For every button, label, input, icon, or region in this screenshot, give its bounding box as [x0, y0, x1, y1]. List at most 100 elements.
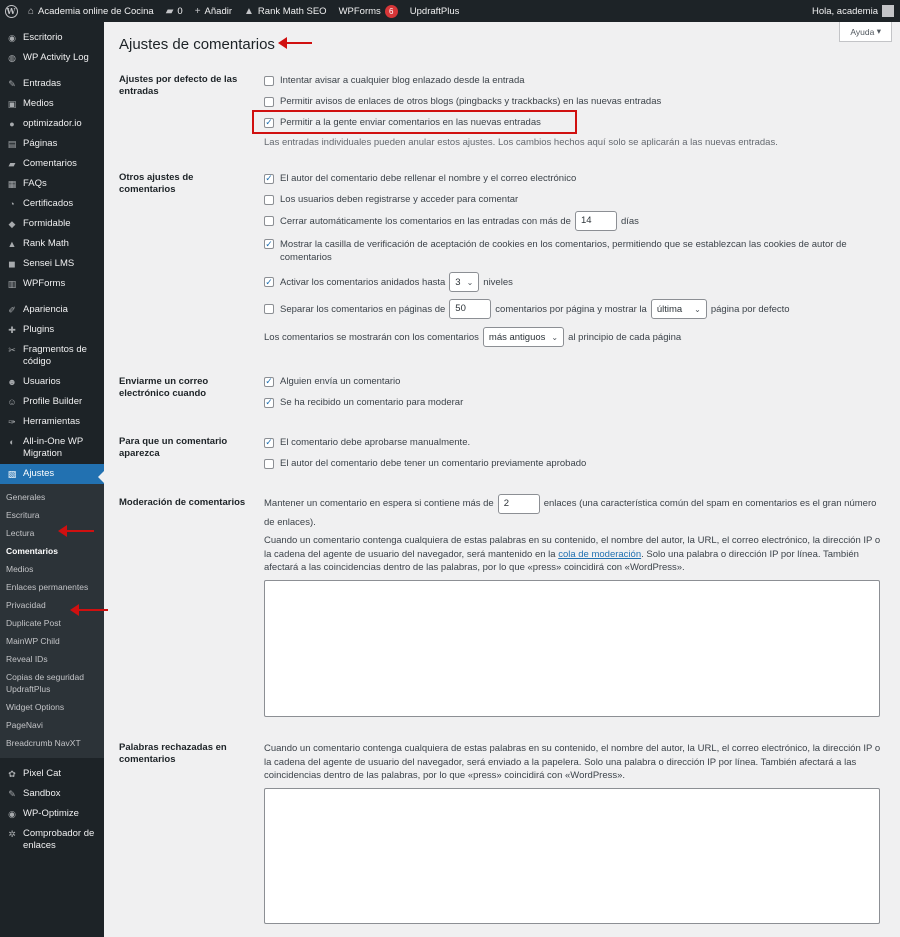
checkbox-checked[interactable]: ✓ [264, 397, 274, 408]
checkbox-unchecked[interactable] [264, 194, 274, 205]
close-days-input[interactable]: 14 [574, 211, 617, 231]
submenu-pagenavi[interactable]: PageNavi [0, 716, 104, 734]
chevron-down-icon: ⌄ [551, 332, 559, 342]
updraftplus-link[interactable]: UpdraftPlus [404, 0, 466, 22]
submenu-comentarios[interactable]: Comentarios [0, 542, 104, 560]
checkbox-unchecked[interactable] [264, 458, 274, 469]
rank-math-icon: ▲ [7, 239, 17, 249]
wpforms-link[interactable]: WPForms 6 [333, 0, 404, 22]
submenu-duplicate-post[interactable]: Duplicate Post [0, 614, 104, 632]
sidebar-item-sensei[interactable]: ◼ Sensei LMS [0, 254, 104, 274]
optimize-icon: ◉ [8, 809, 16, 819]
add-new-link[interactable]: + Añadir [189, 0, 238, 22]
checkbox-manual-approval[interactable]: ✓ El comentario debe aprobarse manualment… [264, 436, 470, 449]
sidebar-item-rank-math[interactable]: ▲ Rank Math [0, 234, 104, 254]
sidebar-item-paginas[interactable]: ▤ Páginas [0, 134, 104, 154]
checkbox-require-registration[interactable]: Los usuarios deben registrarse y acceder… [264, 193, 518, 206]
comment-bubble-icon: ▰ [165, 5, 174, 17]
account-menu[interactable]: Hola, academia [806, 0, 900, 22]
sidebar-item-fragmentos[interactable]: ✂ Fragmentos de código [0, 340, 104, 372]
checkbox-unchecked[interactable] [264, 96, 274, 107]
sidebar-item-ajustes[interactable]: ▧ Ajustes [0, 464, 104, 484]
main-content: Ayuda ▾ Ajustes de comentarios Ajustes p… [104, 22, 900, 937]
checkbox-paginate-comments[interactable]: Separar los comentarios en páginas de 50 c… [264, 299, 790, 319]
submenu-generales[interactable]: Generales [0, 488, 104, 506]
site-name-link[interactable]: ⌂ Academia online de Cocina [22, 0, 160, 22]
submenu-privacidad[interactable]: Privacidad [0, 596, 104, 614]
sidebar-item-formidable[interactable]: ◆ Formidable [0, 214, 104, 234]
checkbox-require-name-email[interactable]: ✓ El autor del comentario debe rellenar e… [264, 172, 576, 185]
submenu-breadcrumb-navxt[interactable]: Breadcrumb NavXT [0, 734, 104, 752]
sidebar-item-plugins[interactable]: ✚ Plugins [0, 320, 104, 340]
help-button[interactable]: Ayuda ▾ [839, 22, 892, 42]
checkbox-unchecked[interactable] [264, 216, 274, 226]
submenu-enlaces-permanentes[interactable]: Enlaces permanentes [0, 578, 104, 596]
moderation-links-input[interactable]: 2 [497, 494, 540, 514]
pages-icon: ▤ [7, 139, 17, 149]
checkbox-checked[interactable]: ✓ [264, 117, 274, 128]
comments-link[interactable]: ▰ 0 [160, 0, 189, 22]
sidebar-item-link-checker[interactable]: ✲ Comprobador de enlaces [0, 824, 104, 856]
sidebar-item-medios[interactable]: ▣ Medios [0, 94, 104, 114]
sidebar-item-profile-builder[interactable]: ☺ Profile Builder [0, 392, 104, 412]
submenu-updraftplus[interactable]: Copias de seguridad UpdraftPlus [0, 668, 104, 698]
admin-sidebar: ◉ Escritorio ◍ WP Activity Log ✎ Entradas ▣… [0, 22, 104, 937]
settings-icon: ▧ [7, 469, 17, 479]
submenu-mainwp-child[interactable]: MainWP Child [0, 632, 104, 650]
checkbox-close-comments[interactable]: Cerrar automáticamente los comentarios e… [264, 211, 639, 231]
activity-log-icon: ◍ [8, 53, 16, 63]
sidebar-item-wpforms[interactable]: ▥ WPForms [0, 274, 104, 294]
sidebar-item-entradas[interactable]: ✎ Entradas [0, 74, 104, 94]
section-label-default-post: Ajustes por defecto de las entradas [119, 74, 238, 97]
thread-depth-select[interactable]: 3 ⌄ [449, 272, 480, 292]
checkbox-checked[interactable]: ✓ [264, 376, 274, 387]
annotation-arrow-ajustes [58, 525, 94, 537]
checkbox-allow-pingbacks[interactable]: Permitir avisos de enlaces de otros blog… [264, 95, 661, 108]
checkbox-previously-approved[interactable]: El autor del comentario debe tener un co… [264, 457, 586, 470]
admin-bar: W ⌂ Academia online de Cocina ▰ 0 + Añadir … [0, 0, 900, 22]
checkbox-checked[interactable]: ✓ [264, 173, 274, 184]
chevron-down-icon: ⌄ [466, 277, 474, 287]
sidebar-item-faqs[interactable]: ▦ FAQs [0, 174, 104, 194]
submenu-medios[interactable]: Medios [0, 560, 104, 578]
sidebar-item-herramientas[interactable]: ✑ Herramientas [0, 412, 104, 432]
sidebar-item-activity-log[interactable]: ◍ WP Activity Log [0, 48, 104, 68]
sensei-icon: ◼ [8, 259, 16, 269]
checkbox-cookies-consent[interactable]: ✓ Mostrar la casilla de verificación de a… [264, 238, 884, 264]
submenu-widget-options[interactable]: Widget Options [0, 698, 104, 716]
checkbox-allow-comments[interactable]: ✓ Permitir a la gente enviar comentarios … [264, 116, 541, 129]
moderation-keys-textarea[interactable] [264, 580, 880, 717]
checkbox-notify-blogs[interactable]: Intentar avisar a cualquier blog enlazad… [264, 74, 525, 87]
sidebar-item-sandbox[interactable]: ✎ Sandbox [0, 784, 104, 804]
checkbox-unchecked[interactable] [264, 75, 274, 86]
blocked-keys-textarea[interactable] [264, 788, 880, 924]
comment-order-select[interactable]: más antiguos ⌄ [482, 327, 565, 347]
settings-submenu: Generales Escritura Lectura Comentarios … [0, 484, 104, 758]
checkbox-threaded-comments[interactable]: ✓ Activar los comentarios anidados hasta 3… [264, 272, 513, 292]
sidebar-item-optimizador[interactable]: ● optimizador.io [0, 114, 104, 134]
sidebar-item-pixel-cat[interactable]: ✿ Pixel Cat [0, 764, 104, 784]
sidebar-item-migration[interactable]: ◐ All-in-One WP Migration [0, 432, 104, 464]
checkbox-checked[interactable]: ✓ [264, 437, 274, 448]
moderation-queue-link[interactable]: cola de moderación [558, 549, 641, 560]
chevron-down-icon: ⌄ [694, 304, 701, 314]
checkbox-checked[interactable]: ✓ [264, 277, 274, 287]
checkbox-unchecked[interactable] [264, 304, 274, 314]
sidebar-item-apariencia[interactable]: ✐ Apariencia [0, 300, 104, 320]
comments-per-page-input[interactable]: 50 [449, 299, 492, 319]
sidebar-item-certificados[interactable]: ◔ Certificados [0, 194, 104, 214]
rank-math-link[interactable]: ▲ Rank Math SEO [238, 0, 333, 22]
submenu-escritura[interactable]: Escritura [0, 506, 104, 524]
wordpress-logo-icon[interactable]: W [0, 0, 22, 22]
sidebar-item-escritorio[interactable]: ◉ Escritorio [0, 28, 104, 48]
sidebar-item-usuarios[interactable]: ☻ Usuarios [0, 372, 104, 392]
checkbox-email-on-moderation[interactable]: ✓ Se ha recibido un comentario para moder… [264, 396, 463, 409]
home-icon: ⌂ [28, 5, 35, 17]
submenu-reveal-ids[interactable]: Reveal IDs [0, 650, 104, 668]
checkbox-email-on-comment[interactable]: ✓ Alguien envía un comentario [264, 375, 400, 388]
submenu-lectura[interactable]: Lectura [0, 524, 104, 542]
sidebar-item-wp-optimize[interactable]: ◉ WP-Optimize [0, 804, 104, 824]
sidebar-item-comentarios[interactable]: ▰ Comentarios [0, 154, 104, 174]
checkbox-checked[interactable]: ✓ [264, 239, 274, 249]
default-page-select[interactable]: última ⌄ [650, 299, 707, 319]
